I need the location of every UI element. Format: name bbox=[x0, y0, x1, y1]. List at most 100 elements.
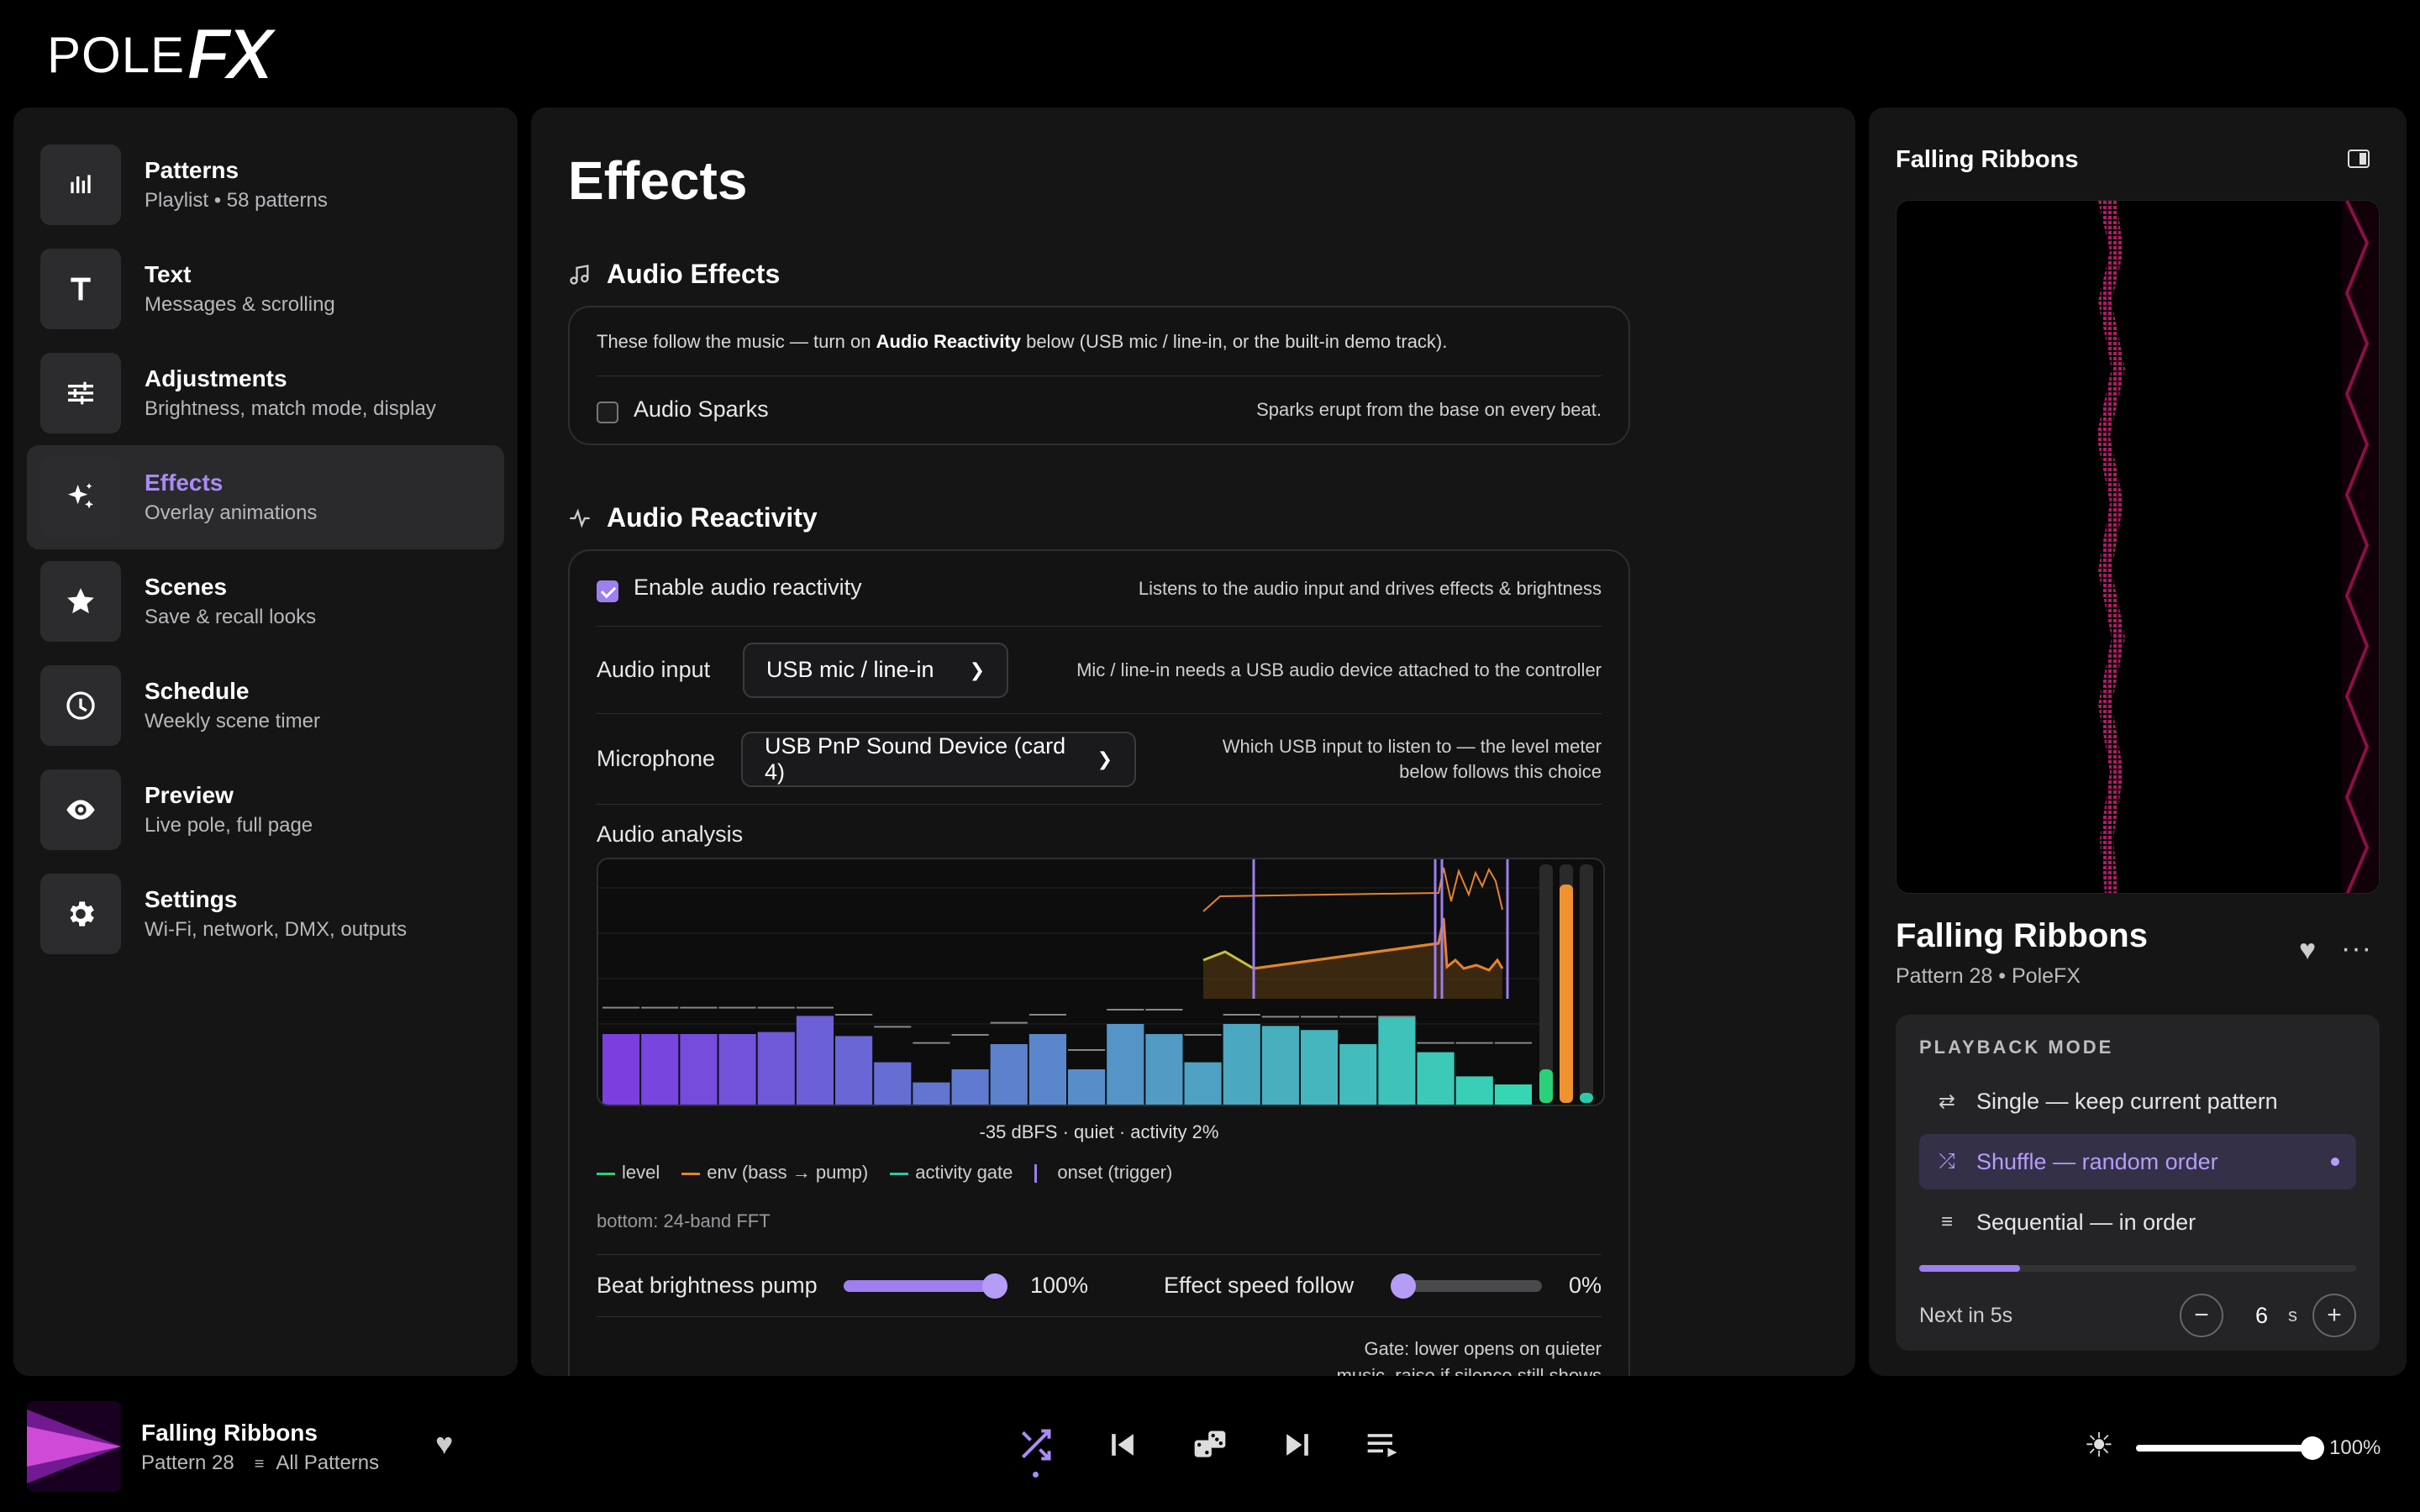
audio-input-select[interactable]: USB mic / line-in ❯ bbox=[743, 642, 1008, 698]
sidebar-item-sub: Weekly scene timer bbox=[145, 710, 320, 732]
sidebar-item-title: Text bbox=[145, 261, 192, 287]
pump-slider[interactable] bbox=[844, 1273, 1007, 1299]
ribbon-stripe bbox=[2096, 201, 2125, 893]
mode-label: Shuffle — random order bbox=[1976, 1148, 2218, 1174]
next-button[interactable] bbox=[1279, 1426, 1316, 1467]
shuffle-icon bbox=[1021, 1429, 1051, 1461]
sidebar-item-preview[interactable]: Preview Live pole, full page bbox=[27, 758, 504, 862]
shuffle-icon: ⤮ bbox=[1939, 1150, 1955, 1173]
random-button[interactable] bbox=[1192, 1426, 1228, 1467]
enable-audio-toggle[interactable]: Enable audio reactivity bbox=[597, 575, 862, 602]
sidebar-item-patterns[interactable]: Patterns Playlist • 58 patterns bbox=[27, 133, 504, 237]
fft-peak bbox=[1145, 1009, 1183, 1011]
speed-slider-knob[interactable] bbox=[1390, 1273, 1416, 1299]
sidebar-item-sub: Playlist • 58 patterns bbox=[145, 189, 328, 212]
fft-peak bbox=[1301, 1016, 1339, 1018]
mode-sequential[interactable]: ≡ Sequential — in order bbox=[1919, 1194, 2356, 1250]
fft-peak bbox=[602, 1006, 640, 1009]
favorite-heart-icon[interactable]: ♥ bbox=[435, 1426, 453, 1462]
audio-readout: -35 dBFS · quiet · activity 2% bbox=[979, 1121, 1219, 1142]
level-meter-fill bbox=[1539, 1069, 1553, 1103]
fft-bar bbox=[1339, 1044, 1377, 1105]
speed-slider[interactable] bbox=[1390, 1273, 1542, 1299]
enable-audio-checkbox[interactable] bbox=[597, 580, 618, 602]
legend-label: level bbox=[622, 1162, 660, 1183]
track-thumbnail[interactable] bbox=[27, 1401, 121, 1492]
enable-audio-desc: Listens to the audio input and drives ef… bbox=[1138, 577, 1602, 599]
pump-label: Beat brightness pump bbox=[597, 1273, 818, 1298]
selected-dot bbox=[2331, 1158, 2339, 1166]
sidebar-item-scenes[interactable]: Scenes Save & recall looks bbox=[27, 549, 504, 654]
clock-icon bbox=[40, 665, 121, 746]
gate-desc: Gate: lower opens on quieter music, rais… bbox=[597, 1317, 1602, 1376]
list-icon: ≡ bbox=[1940, 1210, 1953, 1233]
sidebar-item-settings[interactable]: Settings Wi-Fi, network, DMX, outputs bbox=[27, 862, 504, 966]
audio-input-desc: Mic / line-in needs a USB audio device a… bbox=[1076, 659, 1602, 680]
increase-button[interactable]: + bbox=[2312, 1294, 2356, 1337]
sidebar-item-sub: Messages & scrolling bbox=[145, 293, 335, 316]
section-title: Audio Effects bbox=[607, 259, 781, 289]
ribbon-edge bbox=[2342, 201, 2379, 893]
track-name: Falling Ribbons bbox=[1896, 917, 2148, 954]
brightness-knob[interactable] bbox=[2301, 1436, 2324, 1460]
playlist-icon: ≡ bbox=[254, 1455, 265, 1473]
audio-sparks-checkbox[interactable] bbox=[597, 402, 618, 424]
interval-value[interactable]: 6 bbox=[2255, 1303, 2268, 1329]
fft-peak bbox=[680, 1006, 718, 1009]
fft-bar bbox=[1184, 1062, 1222, 1105]
sidebar-item-title: Adjustments bbox=[145, 365, 287, 391]
note-text: These follow the music — turn on bbox=[597, 330, 876, 352]
sidebar-item-title: Schedule bbox=[145, 678, 250, 704]
panel-title: Falling Ribbons bbox=[1896, 146, 2079, 173]
track-subtitle: Pattern 28 • PoleFX bbox=[1896, 964, 2081, 988]
polefx-logo: POLE FX bbox=[47, 13, 275, 96]
mode-single[interactable]: ⇄ Single — keep current pattern bbox=[1919, 1074, 2356, 1129]
sidebar-item-text[interactable]: Text Messages & scrolling bbox=[27, 237, 504, 341]
next-icon bbox=[1286, 1434, 1308, 1456]
sidebar-item-schedule[interactable]: Schedule Weekly scene timer bbox=[27, 654, 504, 758]
audio-input-value: USB mic / line-in bbox=[766, 657, 934, 682]
audio-reactivity-heading: Audio Reactivity bbox=[568, 502, 818, 533]
fft-peak bbox=[1455, 1042, 1493, 1044]
player-pattern: Pattern 28 bbox=[141, 1452, 234, 1474]
fft-bar bbox=[913, 1082, 950, 1105]
effects-panel: Effects Audio Effects These follow the m… bbox=[531, 108, 1855, 1376]
mode-shuffle[interactable]: ⤮ Shuffle — random order bbox=[1919, 1134, 2356, 1189]
chevron-down-icon: ❯ bbox=[969, 659, 985, 680]
microphone-select[interactable]: USB PnP Sound Device (card 4) ❯ bbox=[741, 731, 1136, 787]
fft-bar bbox=[990, 1044, 1028, 1105]
fft-bar bbox=[1301, 1030, 1339, 1105]
music-note-icon bbox=[570, 264, 589, 285]
sidebar-item-adjustments[interactable]: Adjustments Brightness, match mode, displ… bbox=[27, 341, 504, 445]
decrease-button[interactable]: − bbox=[2179, 1294, 2223, 1337]
now-playing-panel: Falling Ribbons Falling Ribbons Pattern … bbox=[1869, 108, 2407, 1376]
more-icon[interactable]: ··· bbox=[2341, 932, 2372, 965]
pump-slider-knob[interactable] bbox=[982, 1273, 1007, 1299]
player-subtitle: Pattern 28 ≡ All Patterns bbox=[141, 1452, 379, 1475]
fft-peak bbox=[1223, 1014, 1260, 1016]
pump-value: 100% bbox=[1030, 1273, 1089, 1298]
previous-button[interactable] bbox=[1104, 1426, 1141, 1467]
next-progress-fill bbox=[1919, 1265, 2020, 1272]
panel-toggle-icon[interactable] bbox=[2348, 150, 2370, 168]
heart-icon[interactable]: ♥ bbox=[2299, 934, 2316, 967]
sidebar-item-sub: Save & recall looks bbox=[145, 606, 317, 628]
pattern-preview bbox=[1896, 200, 2380, 894]
shuffle-button[interactable] bbox=[1017, 1426, 1054, 1478]
legend-onset: onset (trigger) bbox=[1034, 1162, 1172, 1184]
page-title: Effects bbox=[568, 150, 748, 211]
queue-icon bbox=[1367, 1434, 1397, 1457]
fft-peak bbox=[1028, 1014, 1066, 1016]
sidebar-item-title: Scenes bbox=[145, 574, 228, 600]
brightness-slider[interactable] bbox=[2136, 1436, 2324, 1460]
fft-bar bbox=[796, 1016, 834, 1105]
shuffle-active-dot bbox=[1033, 1472, 1039, 1478]
queue-button[interactable] bbox=[1365, 1426, 1402, 1467]
fft-peak bbox=[1184, 1034, 1222, 1036]
audio-sparks-toggle[interactable]: Audio Sparks bbox=[597, 396, 769, 424]
sidebar-item-effects[interactable]: Effects Overlay animations bbox=[27, 445, 504, 549]
fft-peak bbox=[990, 1021, 1028, 1024]
player-playlist[interactable]: All Patterns bbox=[276, 1452, 379, 1474]
logo-text: POLE bbox=[47, 26, 186, 83]
microphone-desc: Which USB input to listen to — the level… bbox=[1222, 735, 1602, 757]
